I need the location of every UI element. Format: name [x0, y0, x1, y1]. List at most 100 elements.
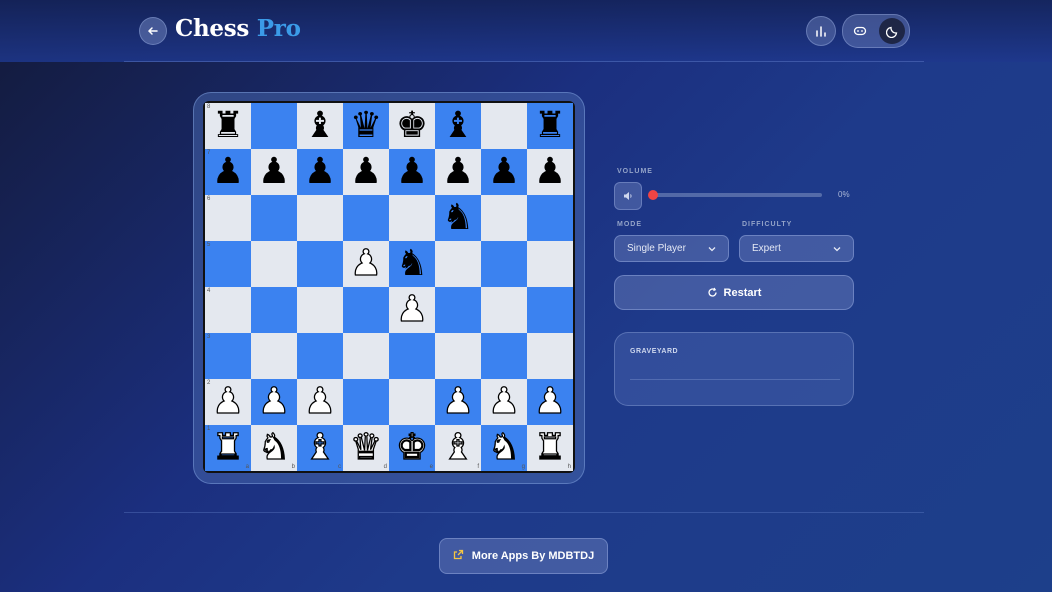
- board-square-c8[interactable]: ♝: [297, 103, 343, 149]
- board-square-g2[interactable]: ♟: [481, 379, 527, 425]
- board-square-d5[interactable]: ♟: [343, 241, 389, 287]
- white-pawn-icon[interactable]: ♟: [343, 241, 389, 287]
- board-square-h7[interactable]: ♟: [527, 149, 573, 195]
- board-square-d6[interactable]: [343, 195, 389, 241]
- board-square-b3[interactable]: [251, 333, 297, 379]
- board-square-d2[interactable]: [343, 379, 389, 425]
- board-square-c2[interactable]: ♟: [297, 379, 343, 425]
- white-rook-icon[interactable]: ♜: [527, 425, 573, 471]
- white-pawn-icon[interactable]: ♟: [435, 379, 481, 425]
- black-pawn-icon[interactable]: ♟: [205, 149, 251, 195]
- white-king-icon[interactable]: ♚: [389, 425, 435, 471]
- board-square-a2[interactable]: ♟ 2: [205, 379, 251, 425]
- white-bishop-icon[interactable]: ♝: [435, 425, 481, 471]
- white-pawn-icon[interactable]: ♟: [389, 287, 435, 333]
- black-pawn-icon[interactable]: ♟: [297, 149, 343, 195]
- black-pawn-icon[interactable]: ♟: [343, 149, 389, 195]
- board-square-h3[interactable]: [527, 333, 573, 379]
- board-square-f1[interactable]: ♝ f: [435, 425, 481, 471]
- board-square-c6[interactable]: [297, 195, 343, 241]
- board-square-f2[interactable]: ♟: [435, 379, 481, 425]
- board-square-d4[interactable]: [343, 287, 389, 333]
- board-square-g8[interactable]: [481, 103, 527, 149]
- board-square-h4[interactable]: [527, 287, 573, 333]
- black-rook-icon[interactable]: ♜: [527, 103, 573, 149]
- difficulty-select[interactable]: Expert: [739, 235, 854, 262]
- board-square-e2[interactable]: [389, 379, 435, 425]
- black-knight-icon[interactable]: ♞: [435, 195, 481, 241]
- board-square-g1[interactable]: ♞ g: [481, 425, 527, 471]
- board-square-g7[interactable]: ♟: [481, 149, 527, 195]
- white-pawn-icon[interactable]: ♟: [481, 379, 527, 425]
- board-square-g3[interactable]: [481, 333, 527, 379]
- board-square-g5[interactable]: [481, 241, 527, 287]
- white-bishop-icon[interactable]: ♝: [297, 425, 343, 471]
- white-pawn-icon[interactable]: ♟: [251, 379, 297, 425]
- black-rook-icon[interactable]: ♜: [205, 103, 251, 149]
- black-pawn-icon[interactable]: ♟: [435, 149, 481, 195]
- black-knight-icon[interactable]: ♞: [389, 241, 435, 287]
- white-queen-icon[interactable]: ♛: [343, 425, 389, 471]
- board-square-h6[interactable]: [527, 195, 573, 241]
- board-square-f6[interactable]: ♞: [435, 195, 481, 241]
- back-button[interactable]: [139, 17, 167, 45]
- white-knight-icon[interactable]: ♞: [481, 425, 527, 471]
- game-mode-toggle[interactable]: [847, 18, 873, 44]
- board-square-b6[interactable]: [251, 195, 297, 241]
- white-rook-icon[interactable]: ♜: [205, 425, 251, 471]
- board-square-d7[interactable]: ♟: [343, 149, 389, 195]
- board-square-c5[interactable]: [297, 241, 343, 287]
- dark-mode-toggle[interactable]: [879, 18, 905, 44]
- board-square-b4[interactable]: [251, 287, 297, 333]
- board-square-h5[interactable]: [527, 241, 573, 287]
- black-pawn-icon[interactable]: ♟: [481, 149, 527, 195]
- board-square-a3[interactable]: 3: [205, 333, 251, 379]
- black-pawn-icon[interactable]: ♟: [389, 149, 435, 195]
- board-square-c3[interactable]: [297, 333, 343, 379]
- board-square-f8[interactable]: ♝: [435, 103, 481, 149]
- black-bishop-icon[interactable]: ♝: [297, 103, 343, 149]
- white-pawn-icon[interactable]: ♟: [527, 379, 573, 425]
- board-square-b8[interactable]: [251, 103, 297, 149]
- board-square-f7[interactable]: ♟: [435, 149, 481, 195]
- more-apps-button[interactable]: More Apps By MDBTDJ: [439, 538, 608, 574]
- board-square-h2[interactable]: ♟: [527, 379, 573, 425]
- black-pawn-icon[interactable]: ♟: [527, 149, 573, 195]
- board-square-c1[interactable]: ♝ c: [297, 425, 343, 471]
- board-square-d3[interactable]: [343, 333, 389, 379]
- board-square-b2[interactable]: ♟: [251, 379, 297, 425]
- board-square-d1[interactable]: ♛ d: [343, 425, 389, 471]
- board-square-a1[interactable]: ♜ 1 a: [205, 425, 251, 471]
- board-square-b7[interactable]: ♟: [251, 149, 297, 195]
- board-square-e4[interactable]: ♟: [389, 287, 435, 333]
- board-square-b1[interactable]: ♞ b: [251, 425, 297, 471]
- black-pawn-icon[interactable]: ♟: [251, 149, 297, 195]
- board-square-a4[interactable]: 4: [205, 287, 251, 333]
- mute-button[interactable]: [614, 182, 642, 210]
- board-square-f3[interactable]: [435, 333, 481, 379]
- board-square-f5[interactable]: [435, 241, 481, 287]
- board-square-g6[interactable]: [481, 195, 527, 241]
- board-square-c4[interactable]: [297, 287, 343, 333]
- board-square-b5[interactable]: [251, 241, 297, 287]
- black-bishop-icon[interactable]: ♝: [435, 103, 481, 149]
- board-square-a8[interactable]: ♜ 8: [205, 103, 251, 149]
- volume-slider-track[interactable]: [650, 193, 822, 197]
- board-square-c7[interactable]: ♟: [297, 149, 343, 195]
- board-square-a5[interactable]: 5: [205, 241, 251, 287]
- chess-board[interactable]: ♜ 8 ♝ ♛ ♚ ♝ ♜ ♟ 7 ♟ ♟ ♟ ♟ ♟ ♟ ♟ 6 ♞ 5 ♟ ♞ 4 ♟ 3 ♟ 2 ♟ ♟ ♟ ♟ ♟ ♜ 1 a ♞ b ♝ c ♛ d…: [203, 101, 575, 473]
- board-square-e1[interactable]: ♚ e: [389, 425, 435, 471]
- board-square-e5[interactable]: ♞: [389, 241, 435, 287]
- black-king-icon[interactable]: ♚: [389, 103, 435, 149]
- board-square-e6[interactable]: [389, 195, 435, 241]
- board-square-e8[interactable]: ♚: [389, 103, 435, 149]
- board-square-a6[interactable]: 6: [205, 195, 251, 241]
- volume-slider-thumb[interactable]: [648, 190, 658, 200]
- board-square-f4[interactable]: [435, 287, 481, 333]
- white-pawn-icon[interactable]: ♟: [205, 379, 251, 425]
- restart-button[interactable]: Restart: [614, 275, 854, 310]
- board-square-e7[interactable]: ♟: [389, 149, 435, 195]
- board-square-e3[interactable]: [389, 333, 435, 379]
- board-square-g4[interactable]: [481, 287, 527, 333]
- board-square-d8[interactable]: ♛: [343, 103, 389, 149]
